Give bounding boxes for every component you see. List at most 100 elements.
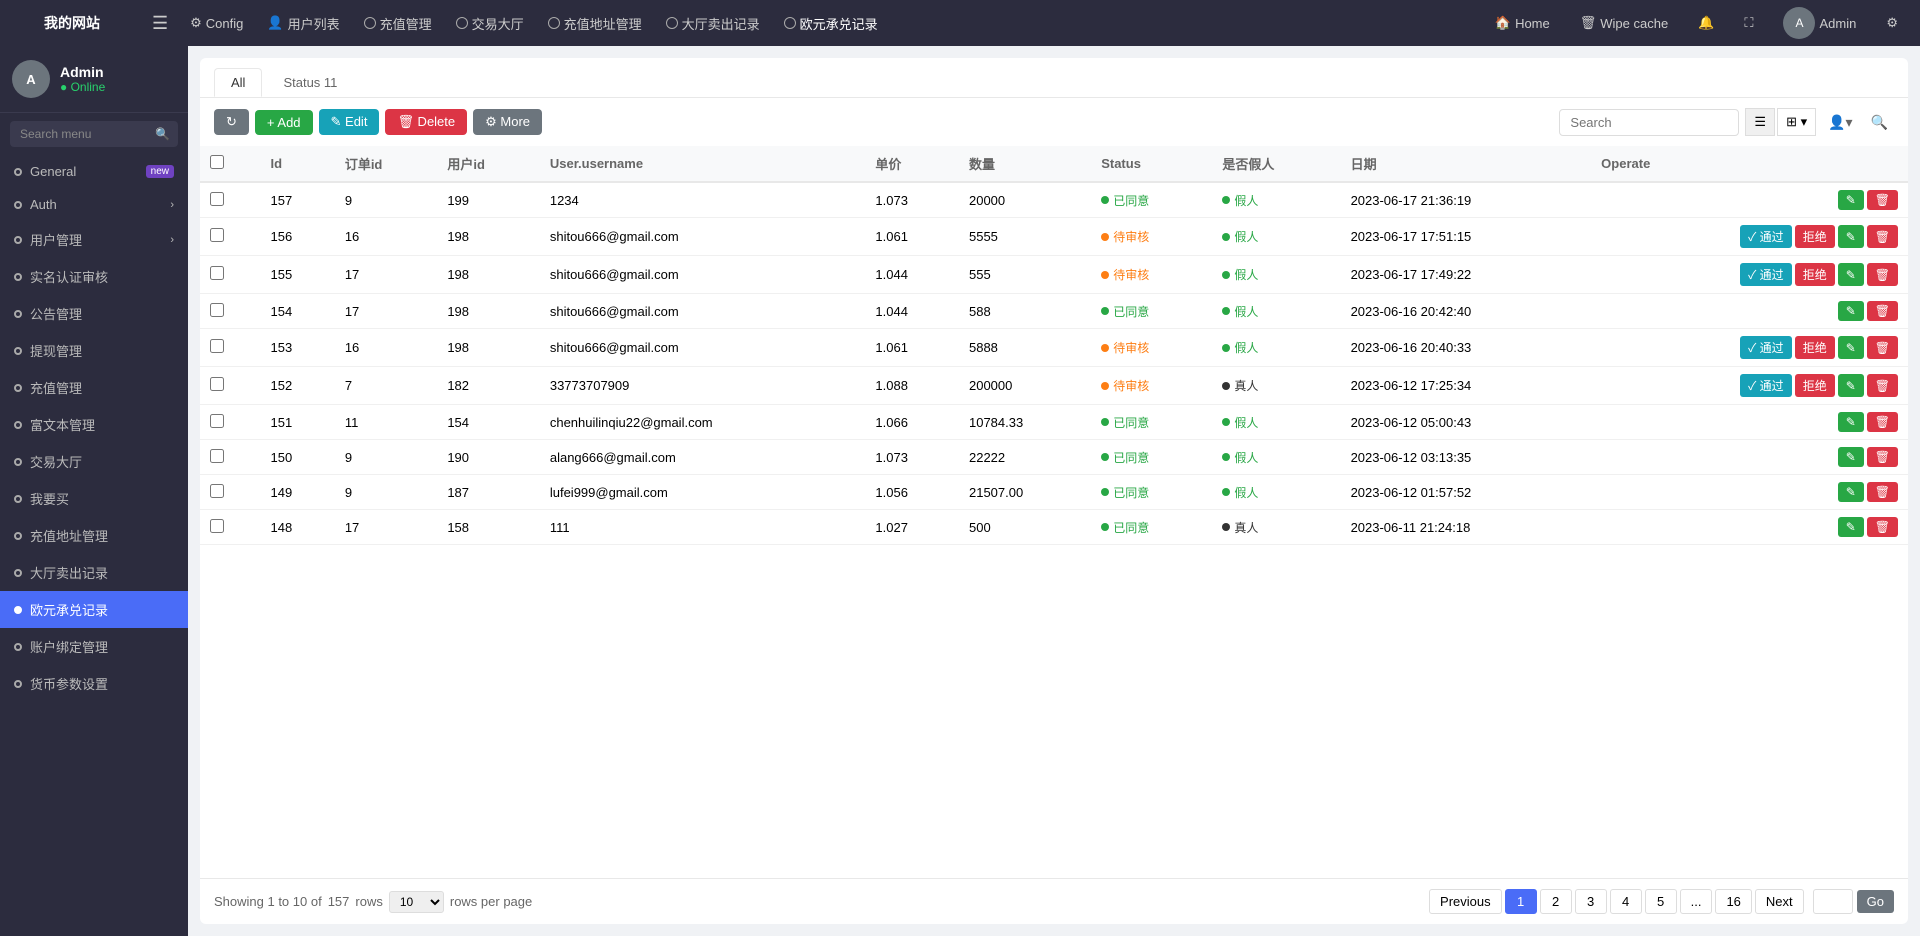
edit-row-button[interactable]: ✎	[1838, 447, 1864, 467]
delete-row-button[interactable]: 🗑	[1867, 517, 1898, 537]
nav-trading[interactable]: 交易大厅	[446, 10, 534, 37]
nav-wipe-cache[interactable]: 🗑Wipe cache	[1570, 11, 1678, 35]
nav-home[interactable]: 🏠Home	[1485, 11, 1560, 35]
reject-button[interactable]: 拒绝	[1795, 336, 1835, 359]
delete-row-button[interactable]: 🗑	[1867, 447, 1898, 467]
edit-row-button[interactable]: ✎	[1838, 412, 1864, 432]
delete-row-button[interactable]: 🗑	[1867, 190, 1898, 210]
filter-tab-all[interactable]: All	[214, 68, 262, 97]
edit-row-button[interactable]: ✎	[1838, 482, 1864, 502]
circle-icon-2	[456, 17, 468, 29]
sidebar-item-recharge[interactable]: 充值管理	[0, 369, 188, 406]
sidebar-item-recharge-addr[interactable]: 充值地址管理	[0, 517, 188, 554]
row-checkbox[interactable]	[210, 484, 224, 498]
sidebar-item-general[interactable]: General new	[0, 155, 188, 188]
cell-username: shitou666@gmail.com	[540, 256, 866, 294]
page-go-input[interactable]	[1813, 889, 1853, 914]
chevron-right-icon-2: ›	[170, 234, 174, 246]
nav-expand[interactable]: ⛶	[1734, 11, 1763, 35]
page-btn-1[interactable]: 1	[1505, 889, 1537, 914]
approve-button[interactable]: ✓ 通过	[1740, 336, 1792, 359]
row-checkbox[interactable]	[210, 228, 224, 242]
cell-is-fake: 真人	[1212, 367, 1340, 405]
sidebar-item-announcement[interactable]: 公告管理	[0, 295, 188, 332]
per-page-select[interactable]: 10 25 50 100	[389, 891, 444, 913]
refresh-button[interactable]: ↻	[214, 109, 249, 135]
delete-row-button[interactable]: 🗑	[1867, 225, 1898, 248]
page-btn-3[interactable]: 3	[1575, 889, 1607, 914]
page-btn-16[interactable]: 16	[1715, 889, 1751, 914]
page-btn-2[interactable]: 2	[1540, 889, 1572, 914]
edit-row-button[interactable]: ✎	[1838, 336, 1864, 359]
nav-notification[interactable]: 🔔	[1688, 11, 1724, 35]
delete-button[interactable]: 🗑 Delete	[385, 109, 467, 135]
row-checkbox[interactable]	[210, 449, 224, 463]
sidebar-item-account-bind[interactable]: 账户绑定管理	[0, 628, 188, 665]
sidebar-item-buy[interactable]: 我要买	[0, 480, 188, 517]
search-menu-input[interactable]	[10, 121, 178, 147]
edit-row-button[interactable]: ✎	[1838, 301, 1864, 321]
approve-button[interactable]: ✓ 通过	[1740, 225, 1792, 248]
edit-row-button[interactable]: ✎	[1838, 263, 1864, 286]
page-go-button[interactable]: Go	[1857, 890, 1894, 913]
prev-button[interactable]: Previous	[1429, 889, 1502, 914]
next-button[interactable]: Next	[1755, 889, 1804, 914]
edit-button[interactable]: ✎ Edit	[319, 109, 380, 135]
nav-user-list[interactable]: 👤用户列表	[257, 10, 349, 37]
sidebar-item-real-name[interactable]: 实名认证审核	[0, 258, 188, 295]
list-view-button[interactable]: ☰	[1745, 108, 1775, 136]
select-all-checkbox[interactable]	[210, 155, 224, 169]
add-button[interactable]: + Add	[255, 110, 313, 135]
page-btn-5[interactable]: 5	[1645, 889, 1677, 914]
page-btn-4[interactable]: 4	[1610, 889, 1642, 914]
row-checkbox[interactable]	[210, 377, 224, 391]
reject-button[interactable]: 拒绝	[1795, 263, 1835, 286]
cell-quantity: 21507.00	[959, 475, 1091, 510]
nav-settings[interactable]: ⚙	[1876, 11, 1908, 35]
nav-recharge[interactable]: 充值管理	[354, 10, 442, 37]
column-settings-button[interactable]: 👤▾	[1822, 111, 1858, 134]
row-checkbox[interactable]	[210, 192, 224, 206]
row-checkbox[interactable]	[210, 266, 224, 280]
hamburger-icon[interactable]: ☰	[144, 9, 176, 38]
edit-row-button[interactable]: ✎	[1838, 374, 1864, 397]
delete-row-button[interactable]: 🗑	[1867, 301, 1898, 321]
edit-row-button[interactable]: ✎	[1838, 190, 1864, 210]
reject-button[interactable]: 拒绝	[1795, 374, 1835, 397]
nav-recharge-addr[interactable]: 充值地址管理	[538, 10, 652, 37]
nav-config[interactable]: ⚙Config	[180, 11, 253, 35]
sidebar-item-auth[interactable]: Auth ›	[0, 188, 188, 221]
cell-username: 111	[540, 510, 866, 545]
sidebar-item-withdrawal[interactable]: 提现管理	[0, 332, 188, 369]
grid-view-button[interactable]: ⊞ ▾	[1777, 108, 1816, 136]
delete-row-button[interactable]: 🗑	[1867, 336, 1898, 359]
delete-row-button[interactable]: 🗑	[1867, 482, 1898, 502]
delete-row-button[interactable]: 🗑	[1867, 412, 1898, 432]
sidebar-item-euro-record[interactable]: 欧元承兑记录	[0, 591, 188, 628]
table-search-input[interactable]	[1559, 109, 1739, 136]
row-checkbox[interactable]	[210, 519, 224, 533]
nav-admin[interactable]: A Admin	[1773, 3, 1866, 43]
fullscreen-button[interactable]: 🔍	[1865, 111, 1894, 134]
sidebar-item-trading-hall[interactable]: 交易大厅	[0, 443, 188, 480]
delete-row-button[interactable]: 🗑	[1867, 374, 1898, 397]
nav-hall-sell[interactable]: 大厅卖出记录	[656, 10, 770, 37]
edit-row-button[interactable]: ✎	[1838, 225, 1864, 248]
delete-row-button[interactable]: 🗑	[1867, 263, 1898, 286]
edit-row-button[interactable]: ✎	[1838, 517, 1864, 537]
sidebar-item-currency-settings[interactable]: 货币参数设置	[0, 665, 188, 702]
row-checkbox[interactable]	[210, 414, 224, 428]
reject-button[interactable]: 拒绝	[1795, 225, 1835, 248]
more-button[interactable]: ⚙ More	[473, 109, 542, 135]
sidebar-item-user-mgmt[interactable]: 用户管理 ›	[0, 221, 188, 258]
sidebar-item-rich-text[interactable]: 富文本管理	[0, 406, 188, 443]
filter-tab-status11[interactable]: Status 11	[266, 68, 354, 97]
cell-quantity: 10784.33	[959, 405, 1091, 440]
nav-euro-record[interactable]: 欧元承兑记录	[774, 10, 888, 37]
row-checkbox[interactable]	[210, 303, 224, 317]
sidebar-item-hall-sell[interactable]: 大厅卖出记录	[0, 554, 188, 591]
cell-is-fake: 假人	[1212, 182, 1340, 218]
approve-button[interactable]: ✓ 通过	[1740, 263, 1792, 286]
approve-button[interactable]: ✓ 通过	[1740, 374, 1792, 397]
row-checkbox[interactable]	[210, 339, 224, 353]
